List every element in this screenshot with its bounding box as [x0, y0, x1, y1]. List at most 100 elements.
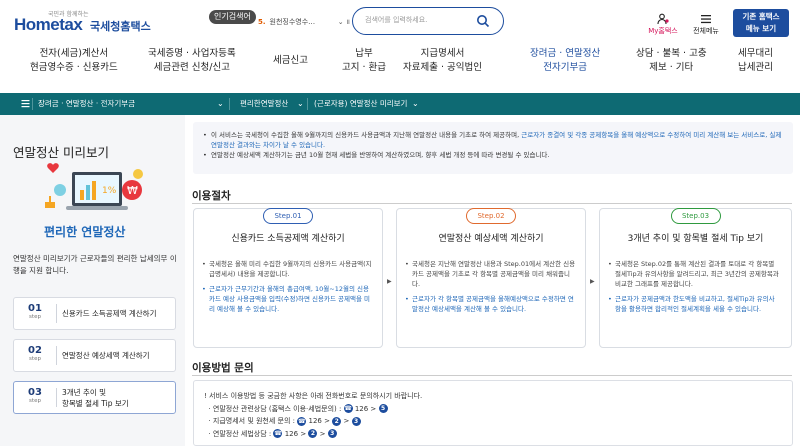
step-card-highlight: 근로자가 공제금액과 한도액을 비교하고, 절세Tip과 유의사항을 활용하면 … — [608, 294, 780, 314]
gnb-label: 상담 · 불복 · 고충 — [636, 48, 707, 59]
step-link-01[interactable]: 01 step 신용카드 소득공제액 계산하기 — [13, 297, 176, 330]
menu-number: 2 — [308, 429, 318, 438]
inquiry-line-1: · 연말정산 관련상담 (홈택스 이용·세법문의) : ☎ 126 > 5 — [204, 403, 782, 416]
subtitle: 편리한 연말정산 — [44, 225, 126, 239]
hometax-logo[interactable]: 국민과 함께하는 Hometax 국세청홈택스 — [14, 9, 151, 37]
step-link-03[interactable]: 03 step 3개년 추이 및 항목별 절세 Tip 보기 — [13, 381, 176, 414]
step-card-title: 신용카드 소득공제액 계산하기 — [231, 234, 345, 244]
step-divider — [56, 304, 57, 323]
step-card-text: 국세청은 Step.02를 통해 계산된 결과를 토대로 각 항목별 절세Tip… — [608, 259, 780, 289]
step-card-01: Step.01 신용카드 소득공제액 계산하기 국세청은 올해 미리 수집한 9… — [193, 208, 383, 348]
step-card-text: 국세청은 올해 미리 수집한 9월까지의 신용카드 사용금액(지급명세서) 내용… — [202, 259, 374, 279]
step-number: 02 step — [14, 340, 56, 371]
step-card-03: Step.03 3개년 추이 및 항목별 절세 Tip 보기 국세청은 Step… — [599, 208, 792, 348]
logo-korean: 국세청홈택스 — [90, 20, 151, 33]
chevron-down-icon[interactable]: ⌄ — [412, 93, 419, 115]
gnb-sublabel: 납세관리 — [738, 62, 773, 73]
phone-number: 126 — [308, 417, 322, 425]
breadcrumb: 장려금 · 연말정산 · 전자기부금 ⌄ 편리한연말정산 ⌄ (근로자용) 연말… — [0, 93, 800, 115]
menu-number: 3 — [327, 429, 337, 438]
gnb-item-statement[interactable]: 지급명세서자료제출 · 공익법인 — [403, 47, 482, 75]
breadcrumb-divider — [229, 98, 230, 110]
breadcrumb-item-1[interactable]: 장려금 · 연말정산 · 전자기부금 — [38, 93, 135, 115]
menu-number: 5 — [378, 404, 388, 413]
phone-icon: ☎ — [343, 404, 353, 413]
step-divider — [56, 346, 57, 365]
chevron-down-icon[interactable]: ⌄ — [217, 93, 224, 115]
menu-number: 2 — [332, 416, 342, 426]
gnb-item-year-end[interactable]: 장려금 · 연말정산 전자기부금 — [530, 47, 600, 75]
gnb-item-agent[interactable]: 세무대리납세관리 — [738, 47, 773, 75]
left-description: 연말정산 미리보기가 근로자들의 편리한 납세의무 이행을 지원 합니다. — [13, 254, 177, 275]
arrow-right-icon: ▶ — [387, 278, 392, 285]
step-card-highlight: 근로자가 근무기간과 올해의 총급여액, 10월~12월의 신용카드 예상 사용… — [202, 284, 374, 314]
ticker-controls-icon[interactable]: ⌄ ॥ — [338, 15, 350, 29]
step-link-02[interactable]: 02 step 연말정산 예상세액 계산하기 — [13, 339, 176, 372]
step-badge: Step.01 — [263, 208, 313, 224]
popular-search-label: 인기검색어 — [209, 10, 256, 24]
gnb-label: 세금신고 — [273, 55, 308, 66]
inquiry-label: · 지급명세서 및 원천세 문의 : — [208, 417, 296, 425]
gnb-item-payment[interactable]: 납부 고지 · 환급 — [342, 47, 386, 75]
svg-text:₩: ₩ — [127, 184, 138, 197]
home-icon[interactable] — [18, 93, 32, 115]
step-card-02: Step.02 연말정산 예상세액 계산하기 국세청은 지난해 연말정산 내용과… — [396, 208, 586, 348]
gnb-label: 납부 — [355, 48, 373, 59]
section-divider — [192, 375, 792, 376]
popular-term: 원천징수영수… — [269, 18, 316, 26]
legacy-menu-button[interactable]: 기존 홈택스 메뉴 보기 — [733, 9, 789, 37]
breadcrumb-divider — [307, 98, 308, 110]
phone-number: 126 — [354, 404, 369, 413]
gnb-sublabel: 현금영수증 · 신용카드 — [30, 62, 118, 73]
gnb-label: 장려금 · 연말정산 — [530, 48, 601, 59]
gnb-item-certificate[interactable]: 국세증명 · 사업자등록 세금관련 신청/신고 — [148, 47, 236, 75]
user-icon — [640, 13, 686, 27]
step-num: 01 — [28, 303, 42, 314]
my-hometax-button[interactable]: My홈택스 — [640, 13, 686, 41]
menu-number: 3 — [351, 416, 361, 426]
step-divider — [56, 388, 57, 407]
notice-item-2: 연말정산 예상세액 계산하기는 금년 10월 현재 세법을 반영하여 계산하였으… — [203, 150, 783, 160]
breadcrumb-divider — [32, 98, 33, 110]
inquiry-label: · 연말정산 세법상담 : — [208, 429, 272, 438]
inquiry-heading: 이용방법 문의 — [192, 362, 254, 374]
phone-icon: ☎ — [297, 416, 307, 426]
inquiry-line-2: · 지급명세서 및 원천세 문의 : ☎ 126 > 2 > 3 — [204, 415, 782, 428]
gnb-item-consult[interactable]: 상담 · 불복 · 고충제보 · 기타 — [636, 47, 707, 75]
gnb-item-etax[interactable]: 전자(세금)계산서 현금영수증 · 신용카드 — [30, 47, 118, 75]
notice-text: 이 서비스는 국세청이 수집한 올해 9월까지의 신용카드 사용금액과 지난해 … — [211, 131, 520, 139]
search-icon[interactable] — [470, 8, 496, 34]
all-menu-button[interactable]: 전체메뉴 — [683, 13, 729, 41]
popular-search-ticker[interactable]: 5. 원천징수영수… ⌄ ॥ — [258, 15, 350, 29]
gnb-sublabel: 자료제출 · 공익법인 — [403, 62, 482, 73]
phone-icon: ☎ — [273, 429, 283, 438]
my-hometax-label: My홈택스 — [648, 27, 678, 35]
step-caption: step — [29, 314, 41, 320]
step-card-highlight: 근로자가 각 항목별 공제금액을 올해예상액으로 수정하면 연말정산 예상세액을… — [405, 294, 577, 314]
gnb-label: 지급명세서 — [420, 48, 465, 59]
step-num: 02 — [28, 345, 42, 356]
arrow-icon: > — [324, 417, 330, 425]
arrow-icon: > — [300, 429, 307, 438]
gnb-sublabel: 제보 · 기타 — [649, 62, 694, 73]
arrow-icon: > — [343, 417, 350, 425]
step-text: 연말정산 예상세액 계산하기 — [62, 351, 150, 360]
gnb-label: 세무대리 — [738, 48, 773, 59]
breadcrumb-item-3[interactable]: (근로자용) 연말정산 미리보기 — [314, 93, 407, 115]
gnb-item-tax-return[interactable]: 세금신고 — [273, 54, 308, 68]
step-text: 신용카드 소득공제액 계산하기 — [62, 309, 157, 318]
gnb-label: 국세증명 · 사업자등록 — [148, 48, 236, 59]
step-num: 03 — [28, 387, 42, 398]
step-card-body: 국세청은 Step.02를 통해 계산된 결과를 토대로 각 항목별 절세Tip… — [608, 259, 780, 319]
laptop-illustration: 1% ₩ — [40, 160, 152, 220]
step-badge: Step.02 — [466, 208, 516, 224]
inquiry-line-3: · 연말정산 세법상담 : ☎ 126 > 2 > 3 — [204, 428, 782, 441]
step-card-body: 국세청은 올해 미리 수집한 9월까지의 신용카드 사용금액(지급명세서) 내용… — [202, 259, 374, 319]
section-divider — [192, 203, 792, 204]
logo-wordmark: Hometax — [14, 15, 83, 34]
top-header: 국민과 함께하는 Hometax 국세청홈택스 인기검색어 5. 원천징수영수… … — [0, 0, 800, 45]
chevron-down-icon[interactable]: ⌄ — [297, 93, 304, 115]
procedure-heading: 이용절차 — [192, 190, 231, 202]
svg-text:1%: 1% — [102, 186, 117, 196]
breadcrumb-item-2[interactable]: 편리한연말정산 — [240, 93, 288, 115]
